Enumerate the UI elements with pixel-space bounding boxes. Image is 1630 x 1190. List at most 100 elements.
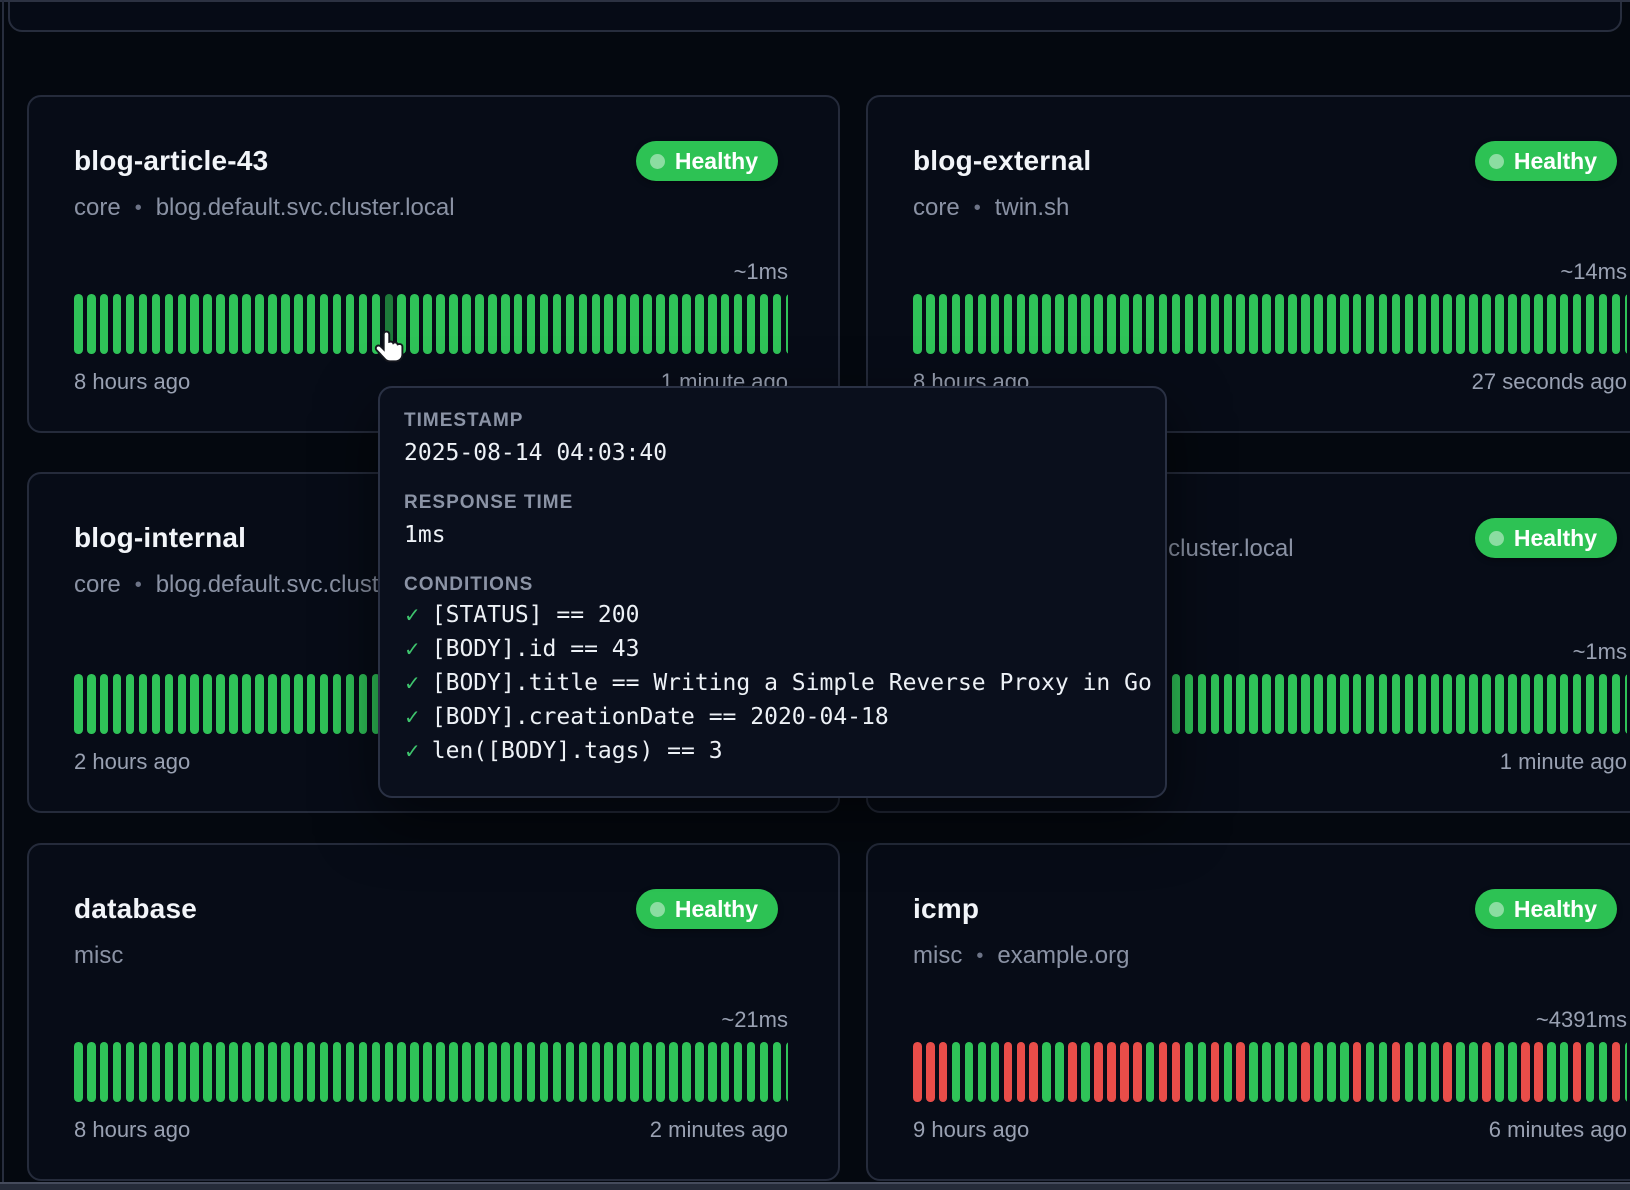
uptime-bar[interactable] (617, 294, 626, 354)
uptime-bar[interactable] (1224, 1042, 1233, 1102)
uptime-bar[interactable] (1521, 294, 1530, 354)
uptime-bar[interactable] (1392, 674, 1401, 734)
uptime-bar[interactable] (1236, 1042, 1245, 1102)
uptime-bar[interactable] (682, 294, 691, 354)
uptime-bar[interactable] (1314, 674, 1323, 734)
uptime-bar[interactable] (1625, 294, 1627, 354)
uptime-bar[interactable] (760, 1042, 769, 1102)
uptime-bar[interactable] (1456, 674, 1465, 734)
uptime-bar[interactable] (203, 1042, 212, 1102)
uptime-bar[interactable] (1340, 294, 1349, 354)
uptime-bar[interactable] (87, 294, 96, 354)
uptime-bar[interactable] (178, 674, 187, 734)
uptime-bar[interactable] (1146, 294, 1155, 354)
uptime-bar[interactable] (1560, 674, 1569, 734)
uptime-bar[interactable] (100, 1042, 109, 1102)
uptime-bar[interactable] (475, 1042, 484, 1102)
uptime-bar[interactable] (592, 1042, 601, 1102)
uptime-bar[interactable] (294, 294, 303, 354)
uptime-bar[interactable] (203, 294, 212, 354)
uptime-bar[interactable] (320, 1042, 329, 1102)
uptime-bar[interactable] (1172, 1042, 1181, 1102)
uptime-bar[interactable] (1599, 674, 1608, 734)
uptime-bar[interactable] (1133, 294, 1142, 354)
uptime-bar[interactable] (359, 674, 368, 734)
uptime-bar[interactable] (242, 294, 251, 354)
uptime-bar[interactable] (1198, 1042, 1207, 1102)
uptime-bar[interactable] (410, 294, 419, 354)
uptime-bar[interactable] (978, 1042, 987, 1102)
uptime-bar[interactable] (1534, 674, 1543, 734)
uptime-bar[interactable] (165, 294, 174, 354)
uptime-bar[interactable] (617, 1042, 626, 1102)
uptime-bar[interactable] (1224, 674, 1233, 734)
uptime-bar[interactable] (1288, 674, 1297, 734)
uptime-bar[interactable] (488, 294, 497, 354)
uptime-bar[interactable] (760, 294, 769, 354)
uptime-bar[interactable] (1495, 674, 1504, 734)
uptime-bar[interactable] (1288, 294, 1297, 354)
uptime-bar[interactable] (540, 294, 549, 354)
uptime-bar[interactable] (346, 294, 355, 354)
uptime-bar[interactable] (488, 1042, 497, 1102)
uptime-bar[interactable] (1508, 294, 1517, 354)
uptime-bar[interactable] (1081, 1042, 1090, 1102)
uptime-bar[interactable] (320, 674, 329, 734)
uptime-bar[interactable] (952, 1042, 961, 1102)
uptime-bar[interactable] (436, 1042, 445, 1102)
uptime-bar[interactable] (1586, 1042, 1595, 1102)
uptime-bar[interactable] (1224, 294, 1233, 354)
uptime-bar[interactable] (268, 1042, 277, 1102)
uptime-bar[interactable] (385, 1042, 394, 1102)
uptime-bar[interactable] (423, 1042, 432, 1102)
uptime-bar[interactable] (1017, 1042, 1026, 1102)
uptime-bar[interactable] (1004, 1042, 1013, 1102)
uptime-bar[interactable] (708, 1042, 717, 1102)
uptime-bar[interactable] (1547, 674, 1556, 734)
uptime-bar[interactable] (734, 1042, 743, 1102)
uptime-bar[interactable] (346, 674, 355, 734)
uptime-bar[interactable] (436, 294, 445, 354)
uptime-bar[interactable] (1599, 294, 1608, 354)
uptime-bar[interactable] (1094, 294, 1103, 354)
uptime-bar[interactable] (1081, 294, 1090, 354)
uptime-bar[interactable] (1612, 1042, 1621, 1102)
uptime-bar[interactable] (1055, 294, 1064, 354)
uptime-bar[interactable] (1353, 294, 1362, 354)
uptime-bar[interactable] (359, 1042, 368, 1102)
uptime-bar[interactable] (721, 294, 730, 354)
uptime-bar[interactable] (1198, 294, 1207, 354)
uptime-bar[interactable] (1185, 1042, 1194, 1102)
uptime-bar[interactable] (1573, 294, 1582, 354)
uptime-bar[interactable] (397, 1042, 406, 1102)
uptime-bar[interactable] (1211, 674, 1220, 734)
uptime-bar[interactable] (1612, 294, 1621, 354)
uptime-bar[interactable] (74, 294, 83, 354)
uptime-bar[interactable] (1443, 294, 1452, 354)
uptime-bar[interactable] (268, 674, 277, 734)
uptime-bar[interactable] (965, 294, 974, 354)
uptime-bar[interactable] (939, 294, 948, 354)
uptime-bar[interactable] (242, 1042, 251, 1102)
uptime-bar[interactable] (255, 1042, 264, 1102)
uptime-bar[interactable] (190, 674, 199, 734)
uptime-bar[interactable] (926, 1042, 935, 1102)
uptime-bar[interactable] (1612, 674, 1621, 734)
uptime-bar[interactable] (1431, 674, 1440, 734)
uptime-bar[interactable] (1068, 294, 1077, 354)
uptime-bar[interactable] (229, 294, 238, 354)
uptime-bar[interactable] (630, 294, 639, 354)
uptime-bar[interactable] (216, 294, 225, 354)
uptime-bar[interactable] (913, 1042, 922, 1102)
uptime-bar[interactable] (514, 1042, 523, 1102)
uptime-bar[interactable] (965, 1042, 974, 1102)
uptime-bar[interactable] (1495, 294, 1504, 354)
uptime-bar[interactable] (1133, 1042, 1142, 1102)
uptime-bar[interactable] (139, 1042, 148, 1102)
uptime-bar[interactable] (1392, 294, 1401, 354)
uptime-bar[interactable] (1405, 1042, 1414, 1102)
uptime-bar[interactable] (113, 674, 122, 734)
uptime-bar[interactable] (1198, 674, 1207, 734)
uptime-bar[interactable] (152, 294, 161, 354)
uptime-bar[interactable] (1004, 294, 1013, 354)
